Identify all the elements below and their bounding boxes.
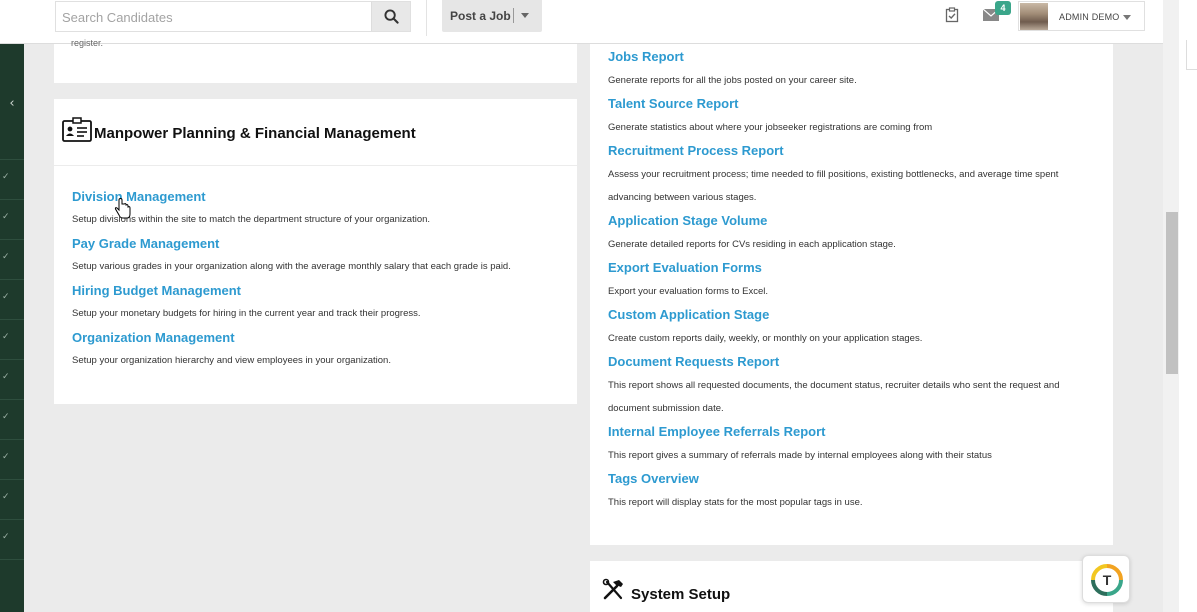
rail-item[interactable]: ✓ [0,519,24,559]
tools-icon [602,578,623,600]
manpower-card: Manpower Planning & Financial Management… [54,99,577,404]
help-logo-icon: T [1091,564,1123,596]
hiring-budget-management-link[interactable]: Hiring Budget Management [72,283,241,298]
top-bar: Post a Job 4 ADMIN DEMO [0,0,1163,44]
search-input[interactable] [62,7,362,27]
tags-overview-description: This report will display stats for the m… [608,497,863,508]
button-divider [513,8,514,23]
rail-item[interactable]: ✓ [0,399,24,439]
application-stage-volume-description: Generate detailed reports for CVs residi… [608,239,896,250]
application-stage-volume-link[interactable]: Application Stage Volume [608,213,767,228]
pay-grade-management-link[interactable]: Pay Grade Management [72,236,219,251]
post-job-label: Post a Job [450,9,511,23]
avatar [1020,3,1048,30]
search-icon [383,9,399,24]
divider [426,0,427,36]
tags-overview-link[interactable]: Tags Overview [608,471,699,486]
document-requests-report-link[interactable]: Document Requests Report [608,354,779,369]
card-header: Manpower Planning & Financial Management [54,99,577,166]
custom-application-stage-link[interactable]: Custom Application Stage [608,307,769,322]
caret-down-icon[interactable] [521,13,529,18]
clipboard-check-icon[interactable] [944,7,960,23]
rail-item[interactable]: ✓ [0,319,24,359]
organization-management-link[interactable]: Organization Management [72,330,235,345]
card-title: Manpower Planning & Financial Management [94,125,416,142]
jobs-report-description: Generate reports for all the jobs posted… [608,75,857,86]
division-management-link[interactable]: Division Management [72,189,206,204]
talent-source-report-link[interactable]: Talent Source Report [608,96,739,111]
rail-item[interactable]: ✓ [0,359,24,399]
hiring-budget-management-description: Setup your monetary budgets for hiring i… [72,308,421,319]
id-card-icon [62,117,92,142]
rail-item[interactable]: ✓ [0,239,24,279]
rail-item[interactable]: ✓ [0,279,24,319]
system-setup-title: System Setup [631,586,731,603]
talent-source-report-description: Generate statistics about where your job… [608,122,933,133]
export-evaluation-forms-description: Export your evaluation forms to Excel. [608,286,768,297]
mail-count-badge: 4 [995,1,1011,15]
export-evaluation-forms-link[interactable]: Export Evaluation Forms [608,260,762,275]
search-box [55,1,411,32]
user-menu[interactable]: ADMIN DEMO [1018,1,1145,31]
custom-application-stage-description: Create custom reports daily, weekly, or … [608,333,923,344]
document-requests-report-description: This report shows all requested document… [608,380,1060,391]
collapse-chevron-icon[interactable]: ‹ [0,96,24,111]
internal-employee-referrals-report-description: This report gives a summary of referrals… [608,450,992,461]
hand-cursor-icon [114,198,131,219]
help-logo-letter: T [1103,572,1112,588]
left-sidebar-rail: ‹ ✓ ✓ ✓ ✓ ✓ ✓ ✓ ✓ ✓ ✓ [0,44,24,612]
rail-item[interactable]: ✓ [0,159,24,199]
user-name: ADMIN DEMO [1059,12,1120,22]
post-job-button[interactable]: Post a Job [442,0,542,32]
search-button[interactable] [371,2,410,31]
rail-item[interactable]: ✓ [0,199,24,239]
recruitment-process-report-description: Assess your recruitment process; time ne… [608,169,1059,180]
scrollbar-thumb[interactable] [1166,212,1178,374]
system-setup-card: System Setup [590,561,1113,612]
card-text: register. [71,38,104,48]
pay-grade-management-description: Setup various grades in your organizatio… [72,261,511,272]
recruitment-process-report-link[interactable]: Recruitment Process Report [608,143,784,158]
document-requests-report-description-cont: document submission date. [608,403,724,414]
jobs-report-link[interactable]: Jobs Report [608,49,684,64]
organization-management-description: Setup your organization hierarchy and vi… [72,355,391,366]
help-widget-button[interactable]: T [1082,555,1130,603]
previous-section-card: register. [54,38,577,83]
internal-employee-referrals-report-link[interactable]: Internal Employee Referrals Report [608,424,825,439]
recruitment-process-report-description-cont: advancing between various stages. [608,192,757,203]
caret-down-icon[interactable] [1123,15,1131,20]
rail-item[interactable] [0,559,24,599]
rail-item[interactable]: ✓ [0,479,24,519]
reports-card: Jobs Report Generate reports for all the… [590,44,1113,545]
gutter-divider [1186,40,1197,70]
rail-item[interactable]: ✓ [0,439,24,479]
